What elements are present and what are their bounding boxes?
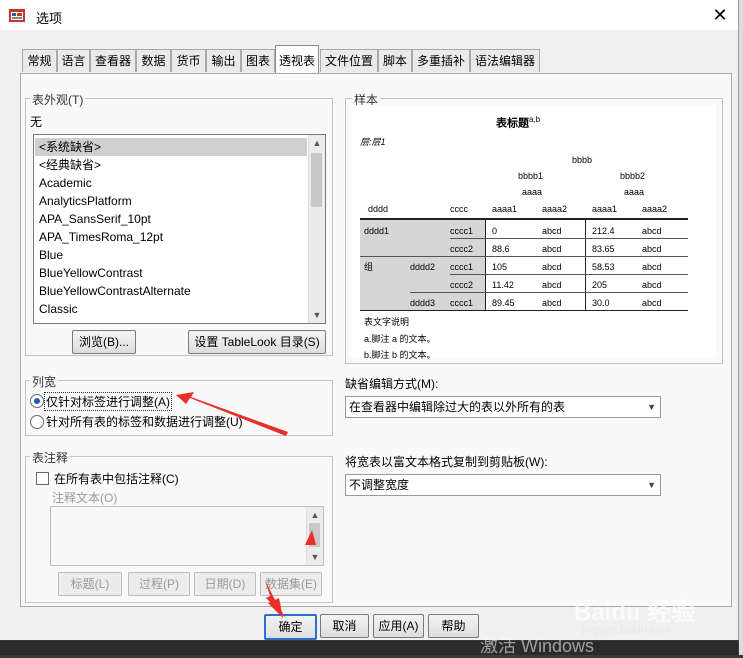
baidu-watermark-site: jingyan.baidu.com (582, 624, 671, 636)
activate-windows-watermark: 激活 Windows (480, 636, 595, 656)
annotation-arrow-icon (305, 530, 316, 545)
options-dialog: 选项 ✕ 常规 语言 查看器 数据 货币 输出 图表 透视表 文件位置 脚本 多… (0, 0, 739, 640)
baidu-watermark-logo: Baidu 经验 (574, 599, 696, 626)
annotation-arrow-icon (176, 392, 288, 436)
annotation-arrows (176, 392, 316, 618)
background-window-edge (739, 0, 743, 655)
desktop-background (0, 641, 738, 655)
